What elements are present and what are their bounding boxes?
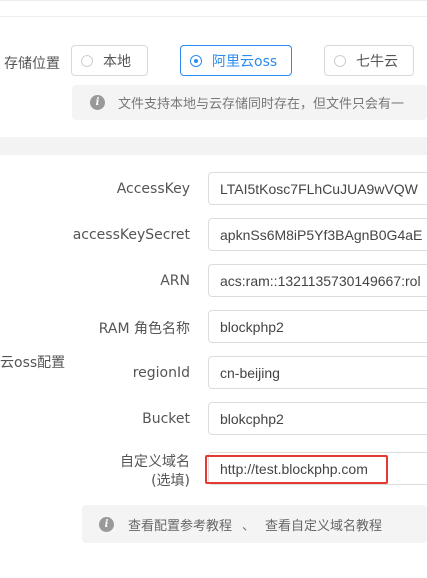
storage-settings-panel: 存储位置 本地 阿里云oss 七牛云 i 文件支持本地与云存储同时存在，但文件只… xyxy=(0,0,427,137)
radio-checked-icon xyxy=(190,54,202,67)
radio-aliyun-oss[interactable]: 阿里云oss xyxy=(180,45,292,76)
info-icon: i xyxy=(90,95,105,110)
radio-label: 阿里云oss xyxy=(212,53,278,70)
arn-label: ARN xyxy=(160,273,190,289)
radio-local[interactable]: 本地 xyxy=(71,45,148,76)
radio-label: 七牛云 xyxy=(356,53,398,70)
region-id-input[interactable] xyxy=(208,356,427,389)
radio-circle-icon xyxy=(334,54,346,67)
custom-domain-tutorial-link[interactable]: 查看自定义域名教程 xyxy=(265,515,382,534)
notice-text: 文件支持本地与云存储同时存在，但文件只会有一 xyxy=(118,97,405,112)
custom-domain-input[interactable] xyxy=(208,452,427,485)
link-separator: 、 xyxy=(242,518,256,534)
ram-role-name-label: RAM 角色名称 xyxy=(98,321,190,337)
ram-role-name-input[interactable] xyxy=(208,310,427,343)
divider xyxy=(0,16,427,17)
storage-notice: i 文件支持本地与云存储同时存在，但文件只会有一 xyxy=(72,85,427,120)
bucket-input[interactable] xyxy=(208,402,427,435)
accesskey-label: AccessKey xyxy=(116,181,190,197)
storage-location-label: 存储位置 xyxy=(4,56,60,72)
custom-domain-optional-label: (选填) xyxy=(151,473,190,489)
radio-circle-icon xyxy=(81,54,93,67)
region-id-label: regionId xyxy=(132,365,190,381)
radio-label: 本地 xyxy=(103,53,131,70)
bucket-label: Bucket xyxy=(142,411,190,427)
accesskey-input[interactable] xyxy=(208,172,427,205)
accesskeysecret-label: accessKeySecret xyxy=(72,227,190,243)
config-tutorial-link[interactable]: 查看配置参考教程 xyxy=(128,515,232,534)
info-icon: i xyxy=(99,516,114,532)
accesskeysecret-input[interactable] xyxy=(208,218,427,251)
arn-input[interactable] xyxy=(208,264,427,297)
custom-domain-label: 自定义域名 xyxy=(120,454,190,470)
help-links-bar: i 查看配置参考教程 、 查看自定义域名教程 xyxy=(82,505,427,543)
radio-qiniu[interactable]: 七牛云 xyxy=(324,45,414,76)
